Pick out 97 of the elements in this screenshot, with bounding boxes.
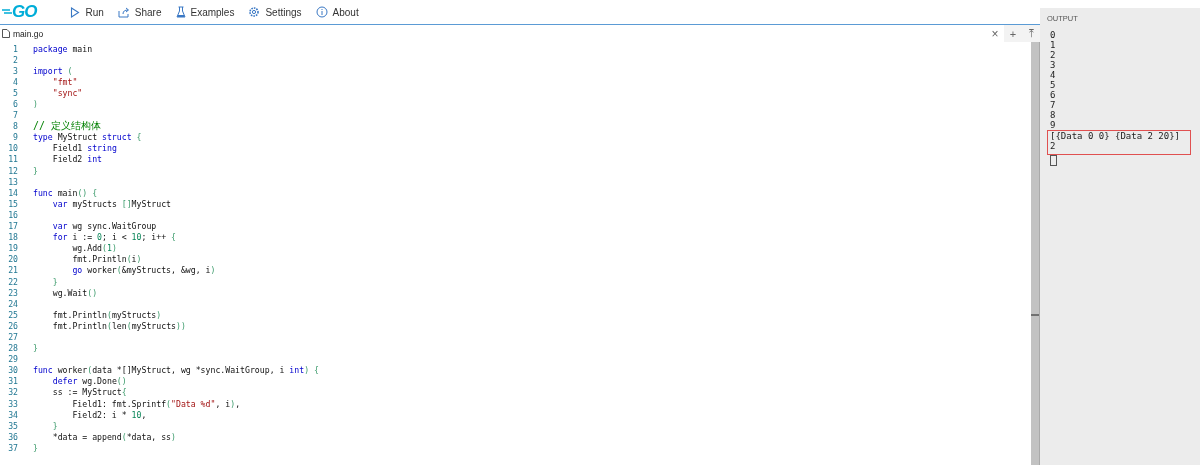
line-number: 25	[7, 309, 18, 320]
output-line: 0	[1049, 30, 1057, 40]
code-line: go worker(&myStructs, &wg, i)	[71, 265, 216, 276]
toolbar-button[interactable]: Run	[70, 6, 104, 18]
line-number: 28	[7, 343, 18, 354]
line-number: 22	[7, 276, 18, 287]
line-number: 13	[7, 176, 18, 187]
file-tab[interactable]: main.go	[0, 25, 46, 42]
line-number: 23	[7, 287, 18, 298]
line-number: 19	[7, 243, 18, 254]
code-line: }	[33, 442, 38, 453]
line-number: 5	[12, 87, 18, 98]
line-number: 12	[7, 165, 18, 176]
line-number: 37	[7, 442, 18, 453]
line-number: 24	[7, 298, 18, 309]
file-icon	[2, 29, 10, 38]
code-line: "sync"	[51, 87, 83, 98]
line-number: 6	[12, 99, 18, 109]
code-line: fmt.Println(len(myStructs))	[51, 320, 186, 331]
line-number: 7	[12, 110, 18, 121]
code-line: }	[33, 165, 38, 176]
line-number: 20	[7, 254, 18, 265]
output-line: 6	[1049, 90, 1057, 100]
line-number: 21	[7, 265, 18, 276]
code-line: wg.Wait()	[51, 287, 98, 298]
code-line: Field2: i * 10,	[71, 409, 147, 420]
code-line: type MyStruct struct {	[33, 132, 142, 143]
line-number: 15	[7, 198, 18, 209]
line-number: 29	[7, 354, 18, 365]
code-line: var myStructs []MyStruct	[51, 198, 172, 209]
code-line: Field2 int	[51, 154, 103, 165]
flask-icon	[175, 6, 186, 18]
output-line: 7	[1049, 100, 1057, 110]
toolbar-button[interactable]: Share	[117, 6, 162, 18]
line-number: 9	[12, 132, 18, 143]
output-line: 4	[1049, 70, 1057, 80]
add-button[interactable]: +	[1004, 25, 1022, 42]
output-line: 2	[1047, 141, 1191, 155]
play-icon	[70, 6, 81, 18]
line-number: 3	[12, 65, 18, 76]
code-line: // 定义结构体	[33, 119, 102, 133]
line-number: 2	[12, 54, 18, 65]
line-number: 1	[12, 43, 18, 54]
code-line: Field1: fmt.Sprintf("Data %d", i),	[71, 398, 241, 409]
code-line: fmt.Println(i)	[71, 254, 142, 265]
cursor	[1050, 155, 1057, 166]
line-number: 31	[7, 376, 18, 387]
settings-icon	[248, 6, 261, 18]
code-line: defer wg.Done()	[51, 376, 127, 387]
code-line: fmt.Println(myStructs)	[51, 309, 162, 320]
code-line: var wg sync.WaitGroup	[51, 221, 157, 232]
speed-lines-icon	[2, 8, 12, 16]
code-line: "fmt"	[51, 76, 78, 87]
output-line: [{Data 0 0} {Data 2 20}]	[1047, 130, 1191, 141]
output-line: 5	[1049, 80, 1057, 90]
line-number: 17	[7, 221, 18, 232]
line-number: 8	[12, 121, 18, 132]
code-line: wg.Add(1)	[71, 243, 117, 254]
line-number: 35	[7, 420, 18, 431]
line-number: 30	[7, 365, 18, 376]
code-line: ss := MyStruct{	[51, 387, 127, 398]
output-line: 2	[1049, 50, 1057, 60]
code-line: Field1 string	[51, 143, 117, 154]
pin-button[interactable]: ⤒	[1022, 25, 1040, 42]
code-line: package main	[33, 43, 93, 54]
line-number: 11	[7, 154, 18, 165]
code-line: import (	[33, 65, 73, 76]
line-number: 32	[7, 387, 18, 398]
toolbar-button[interactable]: Settings	[248, 6, 302, 18]
code-line: }	[51, 276, 58, 287]
line-number: 4	[12, 76, 18, 87]
code-line: )	[33, 99, 38, 109]
code-line: *data = append(*data, ss)	[51, 431, 176, 442]
output-line: 3	[1049, 60, 1057, 70]
output-line: 1	[1049, 40, 1057, 50]
code-line: }	[33, 343, 38, 354]
scrollbar[interactable]	[1031, 42, 1040, 465]
line-number: 26	[7, 320, 18, 331]
toolbar-button[interactable]: About	[315, 6, 359, 18]
line-number: 18	[7, 232, 18, 243]
line-number: 27	[7, 332, 18, 342]
line-number: 10	[7, 143, 18, 154]
code-line: func main() {	[33, 187, 98, 198]
output-line: 8	[1049, 110, 1057, 120]
info-icon	[315, 6, 328, 18]
line-number: 34	[7, 409, 18, 420]
line-number: 36	[7, 431, 18, 442]
line-number: 33	[7, 398, 18, 409]
line-number: 14	[7, 187, 18, 198]
output-line: 9	[1049, 120, 1057, 130]
toolbar-button[interactable]: Examples	[175, 6, 235, 18]
close-button[interactable]: ×	[986, 25, 1004, 42]
line-number: 16	[7, 209, 18, 220]
code-line: }	[51, 420, 58, 431]
code-line: for i := 0; i < 10; i++ {	[51, 232, 176, 243]
code-line: func worker(data *[]MyStruct, wg *sync.WaitGroup, i int) {	[33, 365, 319, 376]
share-icon	[117, 6, 130, 18]
